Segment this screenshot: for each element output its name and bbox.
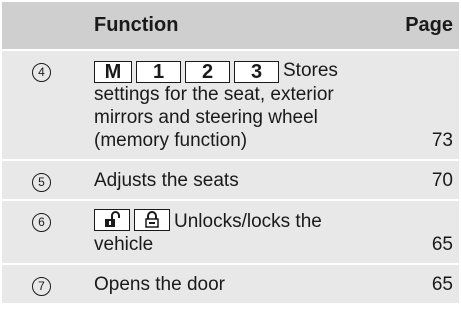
header-number-cell xyxy=(2,0,81,51)
table-row: 5 Adjusts the seats 70 xyxy=(2,159,459,201)
row-number: 7 xyxy=(32,277,51,296)
memory-key-m: M xyxy=(94,61,132,83)
row-page: 65 xyxy=(379,199,459,265)
row-description: Adjusts the seats xyxy=(81,159,379,201)
row-description: Opens the door xyxy=(81,263,379,305)
header-page: Page xyxy=(379,0,459,51)
table-header-row: Function Page xyxy=(2,0,459,51)
row-page: 73 xyxy=(379,49,459,161)
table-row: 7 Opens the door 65 xyxy=(2,263,459,305)
memory-key-2: 2 xyxy=(185,61,230,83)
row-page: 70 xyxy=(379,159,459,201)
function-table: Function Page 4 M 1 2 3 Stores settings for … xyxy=(2,0,459,305)
unlock-icon xyxy=(94,209,130,231)
table-row: 4 M 1 2 3 Stores settings for the seat, exte… xyxy=(2,49,459,161)
row-number: 5 xyxy=(32,173,51,192)
row-number: 6 xyxy=(32,213,51,232)
lock-icon xyxy=(134,209,170,231)
memory-key-3: 3 xyxy=(234,61,279,83)
header-function: Function xyxy=(81,0,379,51)
memory-key-1: 1 xyxy=(136,61,181,83)
row-number: 4 xyxy=(32,63,51,82)
table-row: 6 Unlocks/locks the vehicle 65 xyxy=(2,199,459,265)
row-page: 65 xyxy=(379,263,459,305)
